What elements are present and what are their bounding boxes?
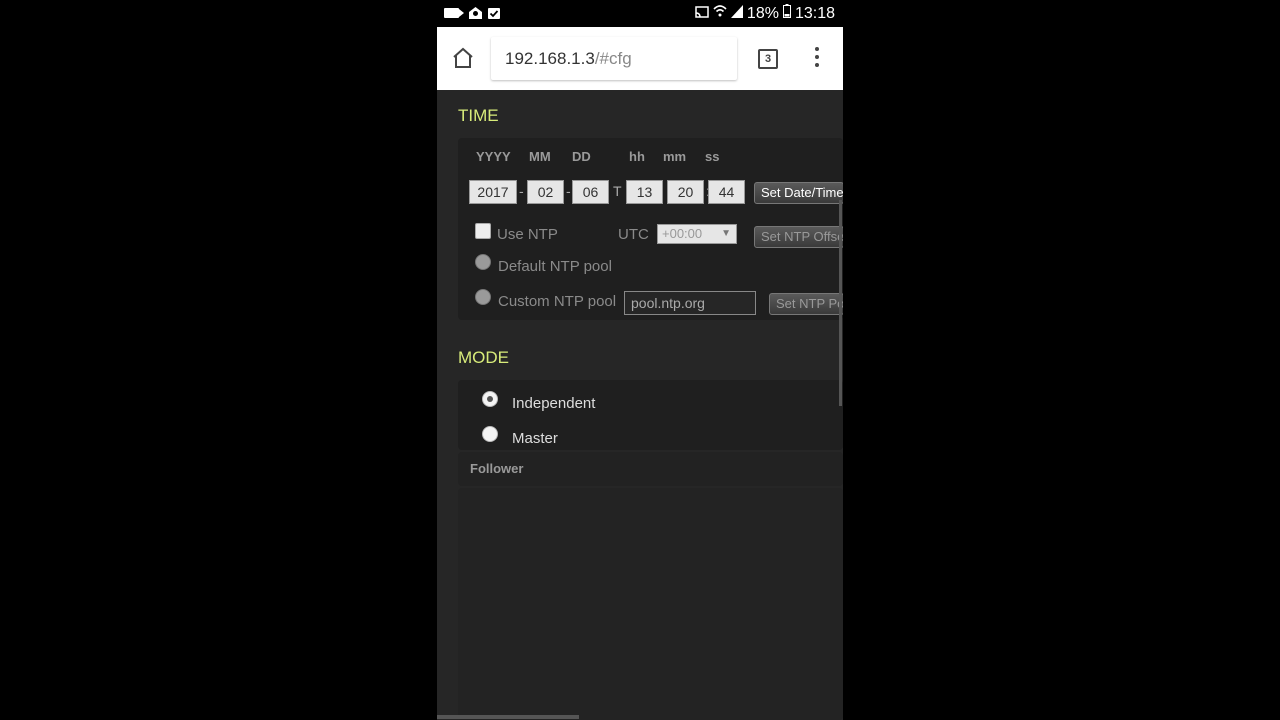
mode-section-title: MODE: [458, 348, 509, 367]
address-bar[interactable]: 192.168.1.3/#cfg: [491, 37, 737, 80]
use-ntp-label: Use NTP: [497, 226, 558, 243]
home-icon[interactable]: [451, 46, 477, 70]
task-complete-icon: [487, 6, 501, 19]
hour-label: hh: [629, 149, 645, 164]
custom-ntp-pool-radio[interactable]: [475, 289, 491, 305]
url-host: 192.168.1.3: [505, 49, 595, 68]
url-path: /#cfg: [594, 49, 632, 68]
status-bar: 18% 13:18: [437, 0, 843, 27]
custom-ntp-pool-input[interactable]: pool.ntp.org: [624, 291, 756, 315]
follower-panel: [458, 488, 843, 720]
tab-switcher-button[interactable]: 3: [758, 49, 778, 69]
custom-ntp-pool-label: Custom NTP pool: [498, 293, 617, 310]
utc-offset-value: +00:00: [662, 226, 703, 241]
day-label: DD: [572, 149, 591, 164]
second-label: ss: [705, 149, 720, 164]
wifi-icon: [713, 4, 727, 23]
clock: 13:18: [794, 4, 835, 22]
mode-independent-label: Independent: [512, 395, 596, 412]
utc-offset-select[interactable]: +00:00 ▼: [657, 224, 737, 244]
hour-input[interactable]: 13: [626, 180, 663, 204]
set-ntp-pool-button[interactable]: Set NTP Pool: [769, 293, 843, 315]
battery-percent: 18%: [746, 4, 779, 22]
year-input[interactable]: 2017: [469, 180, 517, 204]
date-separator: -: [566, 183, 571, 199]
battery-icon: [782, 4, 791, 23]
day-input[interactable]: 06: [572, 180, 609, 204]
follower-header: Follower: [458, 452, 843, 486]
signal-icon: [730, 4, 743, 23]
dropdown-arrow-icon: ▼: [721, 228, 731, 239]
month-label: MM: [529, 149, 551, 164]
year-label: YYYY: [476, 149, 511, 164]
video-camera-icon: [444, 8, 464, 18]
second-input[interactable]: 44: [708, 180, 745, 204]
phone-screen: 18% 13:18 192.168.1.3/#cfg 3 TIME YYYY M…: [437, 0, 843, 720]
vertical-scrollbar[interactable]: [839, 200, 842, 406]
default-ntp-pool-label: Default NTP pool: [498, 258, 612, 275]
cast-icon: [695, 5, 709, 23]
profile-notification-icon: [468, 6, 482, 19]
horizontal-scrollbar[interactable]: [437, 715, 579, 719]
page-content: TIME YYYY MM DD hh mm ss 2017 - 02 - 06 …: [437, 90, 843, 720]
mode-master-radio[interactable]: [482, 426, 498, 442]
browser-toolbar: 192.168.1.3/#cfg 3: [437, 27, 843, 90]
follower-label: Follower: [470, 461, 524, 476]
time-section-title: TIME: [458, 106, 499, 125]
t-separator: T: [613, 183, 622, 199]
minute-input[interactable]: 20: [667, 180, 704, 204]
date-separator: -: [519, 183, 524, 199]
utc-label: UTC: [618, 226, 649, 243]
minute-label: mm: [663, 149, 687, 164]
set-datetime-button[interactable]: Set Date/Time: [754, 182, 843, 204]
overflow-menu-icon[interactable]: [813, 47, 821, 69]
mode-master-label: Master: [512, 430, 558, 447]
month-input[interactable]: 02: [527, 180, 564, 204]
set-ntp-offset-button[interactable]: Set NTP Offset: [754, 226, 843, 248]
mode-independent-radio[interactable]: [482, 391, 498, 407]
default-ntp-pool-radio[interactable]: [475, 254, 491, 270]
use-ntp-checkbox[interactable]: [475, 223, 491, 239]
